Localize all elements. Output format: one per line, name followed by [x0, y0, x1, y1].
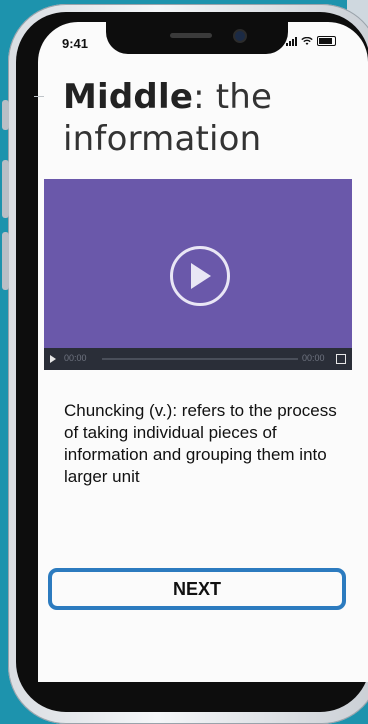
page-title: Middle: the information: [63, 76, 343, 160]
progress-track[interactable]: [102, 358, 298, 360]
volume-down-button: [2, 232, 9, 290]
signal-icon: [286, 36, 297, 46]
volume-up-button: [2, 160, 9, 218]
notch: [106, 22, 288, 54]
front-camera: [233, 29, 247, 43]
battery-icon: [317, 36, 336, 46]
divider: [34, 96, 44, 97]
duration-time: 00:00: [302, 353, 325, 363]
video-player[interactable]: 00:00 00:00: [44, 179, 352, 370]
title-bold: Middle: [63, 77, 194, 117]
status-icons: [286, 36, 336, 46]
mute-switch: [2, 100, 9, 130]
wifi-icon: [301, 36, 313, 45]
speaker-grille: [170, 33, 212, 38]
next-button[interactable]: NEXT: [48, 568, 346, 610]
video-controls: 00:00 00:00: [44, 348, 352, 370]
definition-text: Chuncking (v.): refers to the process of…: [64, 401, 337, 486]
status-time: 9:41: [62, 36, 89, 51]
control-play-icon[interactable]: [50, 355, 56, 363]
current-time: 00:00: [64, 353, 87, 363]
fullscreen-icon[interactable]: [336, 354, 346, 364]
play-icon[interactable]: [191, 263, 211, 289]
